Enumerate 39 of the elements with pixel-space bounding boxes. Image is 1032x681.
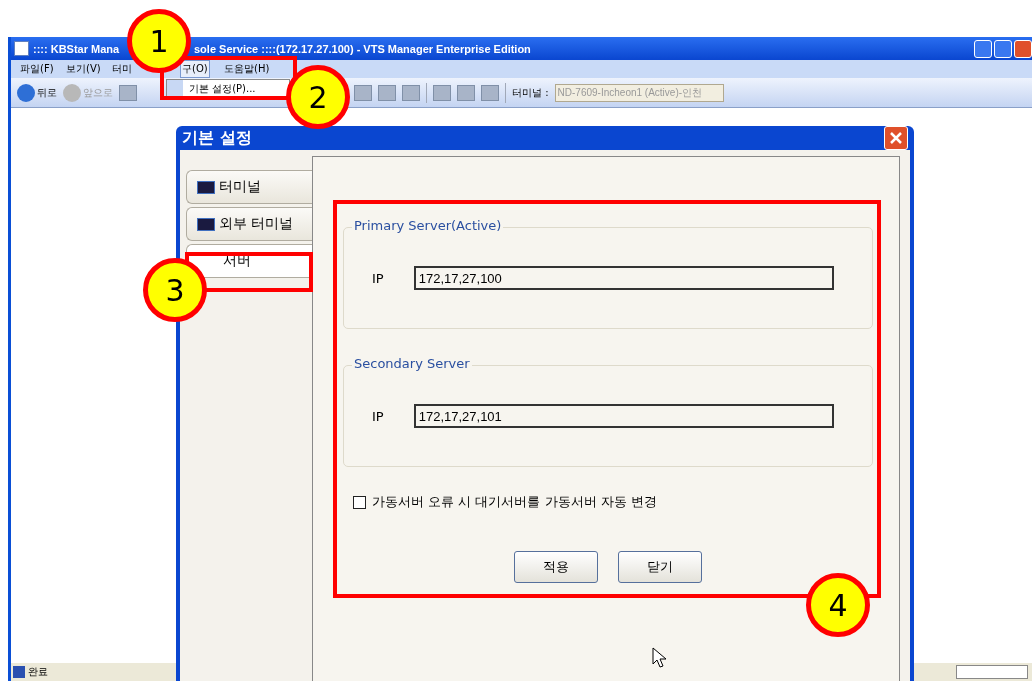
dialog-title: 기본 설정 <box>182 127 252 149</box>
window-title: sole Service ::::(172.17.27.100) - VTS Manager Enterprise Edition <box>194 42 531 55</box>
menu-item[interactable]: 도움말(H) <box>222 60 272 78</box>
status-text: 완료 <box>28 665 48 679</box>
toolbar-icon[interactable] <box>481 84 499 101</box>
menu-item[interactable]: 파일(F) <box>18 60 56 78</box>
toolbar-icon[interactable] <box>433 84 451 101</box>
group-title: Secondary Server <box>352 356 472 371</box>
progress-field <box>956 665 1028 679</box>
toolbar-icon[interactable] <box>354 84 372 101</box>
ip-field[interactable]: 172,17,27,100 <box>413 266 834 290</box>
checkbox-label: 가동서버 오류 시 대기서버를 가동서버 자동 변경 <box>372 493 657 511</box>
restore-button[interactable] <box>994 39 1012 58</box>
menu-item[interactable]: 기본 설정(P)... <box>185 80 260 98</box>
close-button[interactable] <box>884 126 908 150</box>
tab[interactable]: 외부 터미널 <box>186 207 312 241</box>
toolbar-icon[interactable] <box>378 84 396 101</box>
group-title: Primary Server(Active) <box>352 218 504 233</box>
close-button[interactable]: 닫기 <box>618 551 702 583</box>
menu-item[interactable]: 보기(V) <box>64 60 103 78</box>
field-label: IP <box>372 408 384 424</box>
field-label: IP <box>372 270 384 286</box>
minimize-button[interactable] <box>974 39 992 58</box>
toolbar-icon[interactable] <box>402 84 420 101</box>
apply-button[interactable]: 적용 <box>514 551 598 583</box>
app-icon <box>14 41 29 56</box>
ip-field[interactable]: 172,17,27,101 <box>413 404 834 428</box>
menu-item[interactable]: 구(O) <box>180 60 210 78</box>
back-button[interactable]: 뒤로 <box>17 83 57 102</box>
toolbar-icon[interactable] <box>457 84 475 101</box>
close-icon <box>889 131 903 145</box>
toolbar-icon[interactable] <box>119 84 137 101</box>
menu-item[interactable]: 터미 <box>110 60 134 78</box>
checkbox[interactable] <box>353 495 366 509</box>
tab[interactable]: 터미널 <box>186 170 312 204</box>
close-button[interactable] <box>1014 39 1032 58</box>
window-title: :::: KBStar Mana <box>33 42 120 55</box>
status-icon <box>13 666 25 678</box>
terminal-label: 터미널 : <box>512 85 549 100</box>
